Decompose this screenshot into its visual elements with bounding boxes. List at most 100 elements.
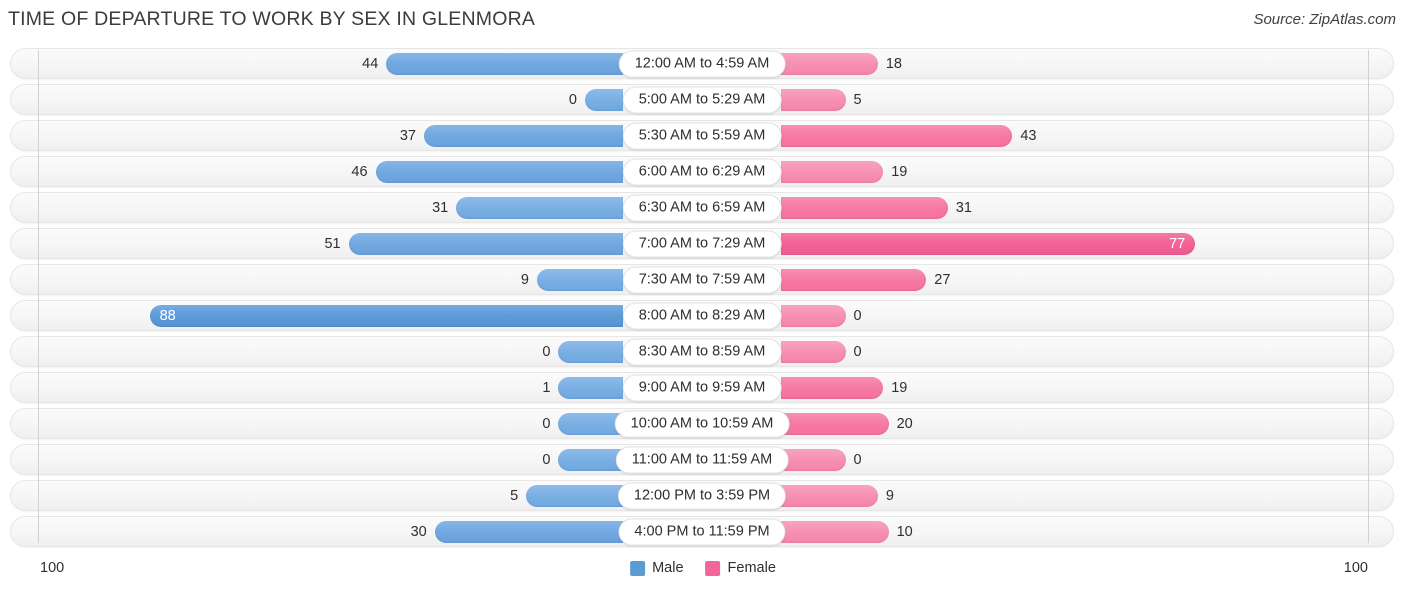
legend-swatch-icon <box>630 560 646 576</box>
bar-female[interactable]: 5 <box>781 88 862 111</box>
bar-female[interactable]: 20 <box>781 412 913 435</box>
bar-value-female: 77 <box>1169 235 1186 252</box>
bar-female[interactable]: 10 <box>781 520 913 543</box>
chart-row: 0 5 5:00 AM to 5:29 AM <box>0 82 1406 118</box>
bar-female[interactable]: 0 <box>781 340 862 363</box>
chart-row: 46 19 6:00 AM to 6:29 AM <box>0 154 1406 190</box>
bar-female[interactable]: 19 <box>781 160 907 183</box>
category-label: 8:00 AM to 8:29 AM <box>622 302 782 329</box>
chart-row: 0 20 10:00 AM to 10:59 AM <box>0 406 1406 442</box>
bar-female[interactable]: 27 <box>781 268 950 291</box>
bar-value-female: 20 <box>896 415 913 432</box>
chart-row: 30 10 4:00 PM to 11:59 PM <box>0 514 1406 550</box>
bar-female[interactable]: 18 <box>781 52 902 75</box>
category-label: 11:00 AM to 11:59 AM <box>615 446 789 473</box>
axis-line-right <box>1368 50 1369 543</box>
category-label: 5:00 AM to 5:29 AM <box>622 86 782 113</box>
bar-value-male: 30 <box>410 523 427 540</box>
chart-row: 31 31 6:30 AM to 6:59 AM <box>0 190 1406 226</box>
bar-value-male: 1 <box>542 379 551 396</box>
row-track: 51 77 7:00 AM to 7:29 AM <box>10 228 1394 259</box>
bar-male[interactable]: 46 <box>351 160 623 183</box>
bar-male[interactable]: 0 <box>542 448 623 471</box>
bar-female[interactable]: 77 <box>781 232 1196 255</box>
row-track: 0 0 8:30 AM to 8:59 AM <box>10 336 1394 367</box>
bar-value-female: 31 <box>955 199 972 216</box>
category-label: 5:30 AM to 5:59 AM <box>622 122 782 149</box>
chart-header: TIME OF DEPARTURE TO WORK BY SEX IN GLEN… <box>0 0 1406 40</box>
bar-male[interactable]: 0 <box>542 340 623 363</box>
scale-max-right: 100 <box>1343 560 1368 576</box>
row-track: 0 5 5:00 AM to 5:29 AM <box>10 84 1394 115</box>
legend-female[interactable]: Female <box>705 560 776 576</box>
bar-value-male: 0 <box>568 91 577 108</box>
bar-value-female: 0 <box>853 343 862 360</box>
chart-row: 0 0 8:30 AM to 8:59 AM <box>0 334 1406 370</box>
bar-value-male: 0 <box>542 343 551 360</box>
bar-value-female: 0 <box>853 451 862 468</box>
legend-swatch-icon <box>705 560 721 576</box>
bar-value-female: 19 <box>891 163 908 180</box>
bar-value-female: 27 <box>934 271 951 288</box>
row-track: 9 27 7:30 AM to 7:59 AM <box>10 264 1394 295</box>
bar-value-male: 0 <box>542 451 551 468</box>
category-label: 7:30 AM to 7:59 AM <box>622 266 782 293</box>
bar-female[interactable]: 0 <box>781 304 862 327</box>
bar-value-female: 43 <box>1020 127 1037 144</box>
row-track: 88 0 8:00 AM to 8:29 AM <box>10 300 1394 331</box>
bar-value-female: 9 <box>885 487 894 504</box>
bar-female[interactable]: 0 <box>781 448 862 471</box>
bar-male[interactable]: 88 <box>149 304 623 327</box>
row-track: 37 43 5:30 AM to 5:59 AM <box>10 120 1394 151</box>
diverging-bar-chart: 44 18 12:00 AM to 4:59 AM 0 5 5:00 AM to 5:29… <box>0 46 1406 549</box>
scale-max-left: 100 <box>40 560 65 576</box>
bar-male[interactable]: 37 <box>400 124 623 147</box>
bar-female[interactable]: 19 <box>781 376 907 399</box>
bar-value-female: 10 <box>896 523 913 540</box>
category-label: 6:00 AM to 6:29 AM <box>622 158 782 185</box>
bar-value-male: 9 <box>520 271 529 288</box>
bar-male[interactable]: 31 <box>432 196 623 219</box>
source-attribution: Source: ZipAtlas.com <box>1253 11 1396 28</box>
category-label: 9:00 AM to 9:59 AM <box>622 374 782 401</box>
bar-female[interactable]: 9 <box>781 484 894 507</box>
bar-value-female: 18 <box>885 55 902 72</box>
row-track: 46 19 6:00 AM to 6:29 AM <box>10 156 1394 187</box>
category-label: 4:00 PM to 11:59 PM <box>618 518 786 545</box>
bar-value-male: 88 <box>159 307 176 324</box>
bar-value-male: 0 <box>542 415 551 432</box>
legend-label: Male <box>652 560 684 576</box>
bar-male[interactable]: 30 <box>411 520 623 543</box>
category-label: 8:30 AM to 8:59 AM <box>622 338 782 365</box>
bar-value-male: 5 <box>510 487 519 504</box>
bar-value-male: 37 <box>399 127 416 144</box>
row-track: 0 0 11:00 AM to 11:59 AM <box>10 444 1394 475</box>
category-label: 7:00 AM to 7:29 AM <box>622 230 782 257</box>
category-label: 10:00 AM to 10:59 AM <box>614 410 790 437</box>
legend-label: Female <box>727 560 776 576</box>
bar-male[interactable]: 44 <box>362 52 623 75</box>
page-title: TIME OF DEPARTURE TO WORK BY SEX IN GLEN… <box>8 8 536 30</box>
bar-male[interactable]: 5 <box>510 484 623 507</box>
legend-male[interactable]: Male <box>630 560 684 576</box>
chart-legend: Male Female <box>630 560 776 576</box>
bar-male[interactable]: 51 <box>324 232 623 255</box>
bar-value-female: 5 <box>853 91 862 108</box>
chart-row: 44 18 12:00 AM to 4:59 AM <box>0 46 1406 82</box>
bar-female[interactable]: 31 <box>781 196 972 219</box>
bar-female[interactable]: 43 <box>781 124 1036 147</box>
row-track: 30 10 4:00 PM to 11:59 PM <box>10 516 1394 547</box>
bar-value-female: 0 <box>853 307 862 324</box>
axis-line-left <box>38 50 39 543</box>
bar-value-female: 19 <box>891 379 908 396</box>
row-track: 31 31 6:30 AM to 6:59 AM <box>10 192 1394 223</box>
chart-row: 37 43 5:30 AM to 5:59 AM <box>0 118 1406 154</box>
bar-male[interactable]: 0 <box>542 412 623 435</box>
row-track: 44 18 12:00 AM to 4:59 AM <box>10 48 1394 79</box>
category-label: 12:00 AM to 4:59 AM <box>618 50 786 77</box>
bar-male[interactable]: 0 <box>569 88 623 111</box>
bar-male[interactable]: 1 <box>542 376 623 399</box>
bar-value-male: 46 <box>351 163 368 180</box>
chart-row: 5 9 12:00 PM to 3:59 PM <box>0 478 1406 514</box>
bar-male[interactable]: 9 <box>521 268 623 291</box>
